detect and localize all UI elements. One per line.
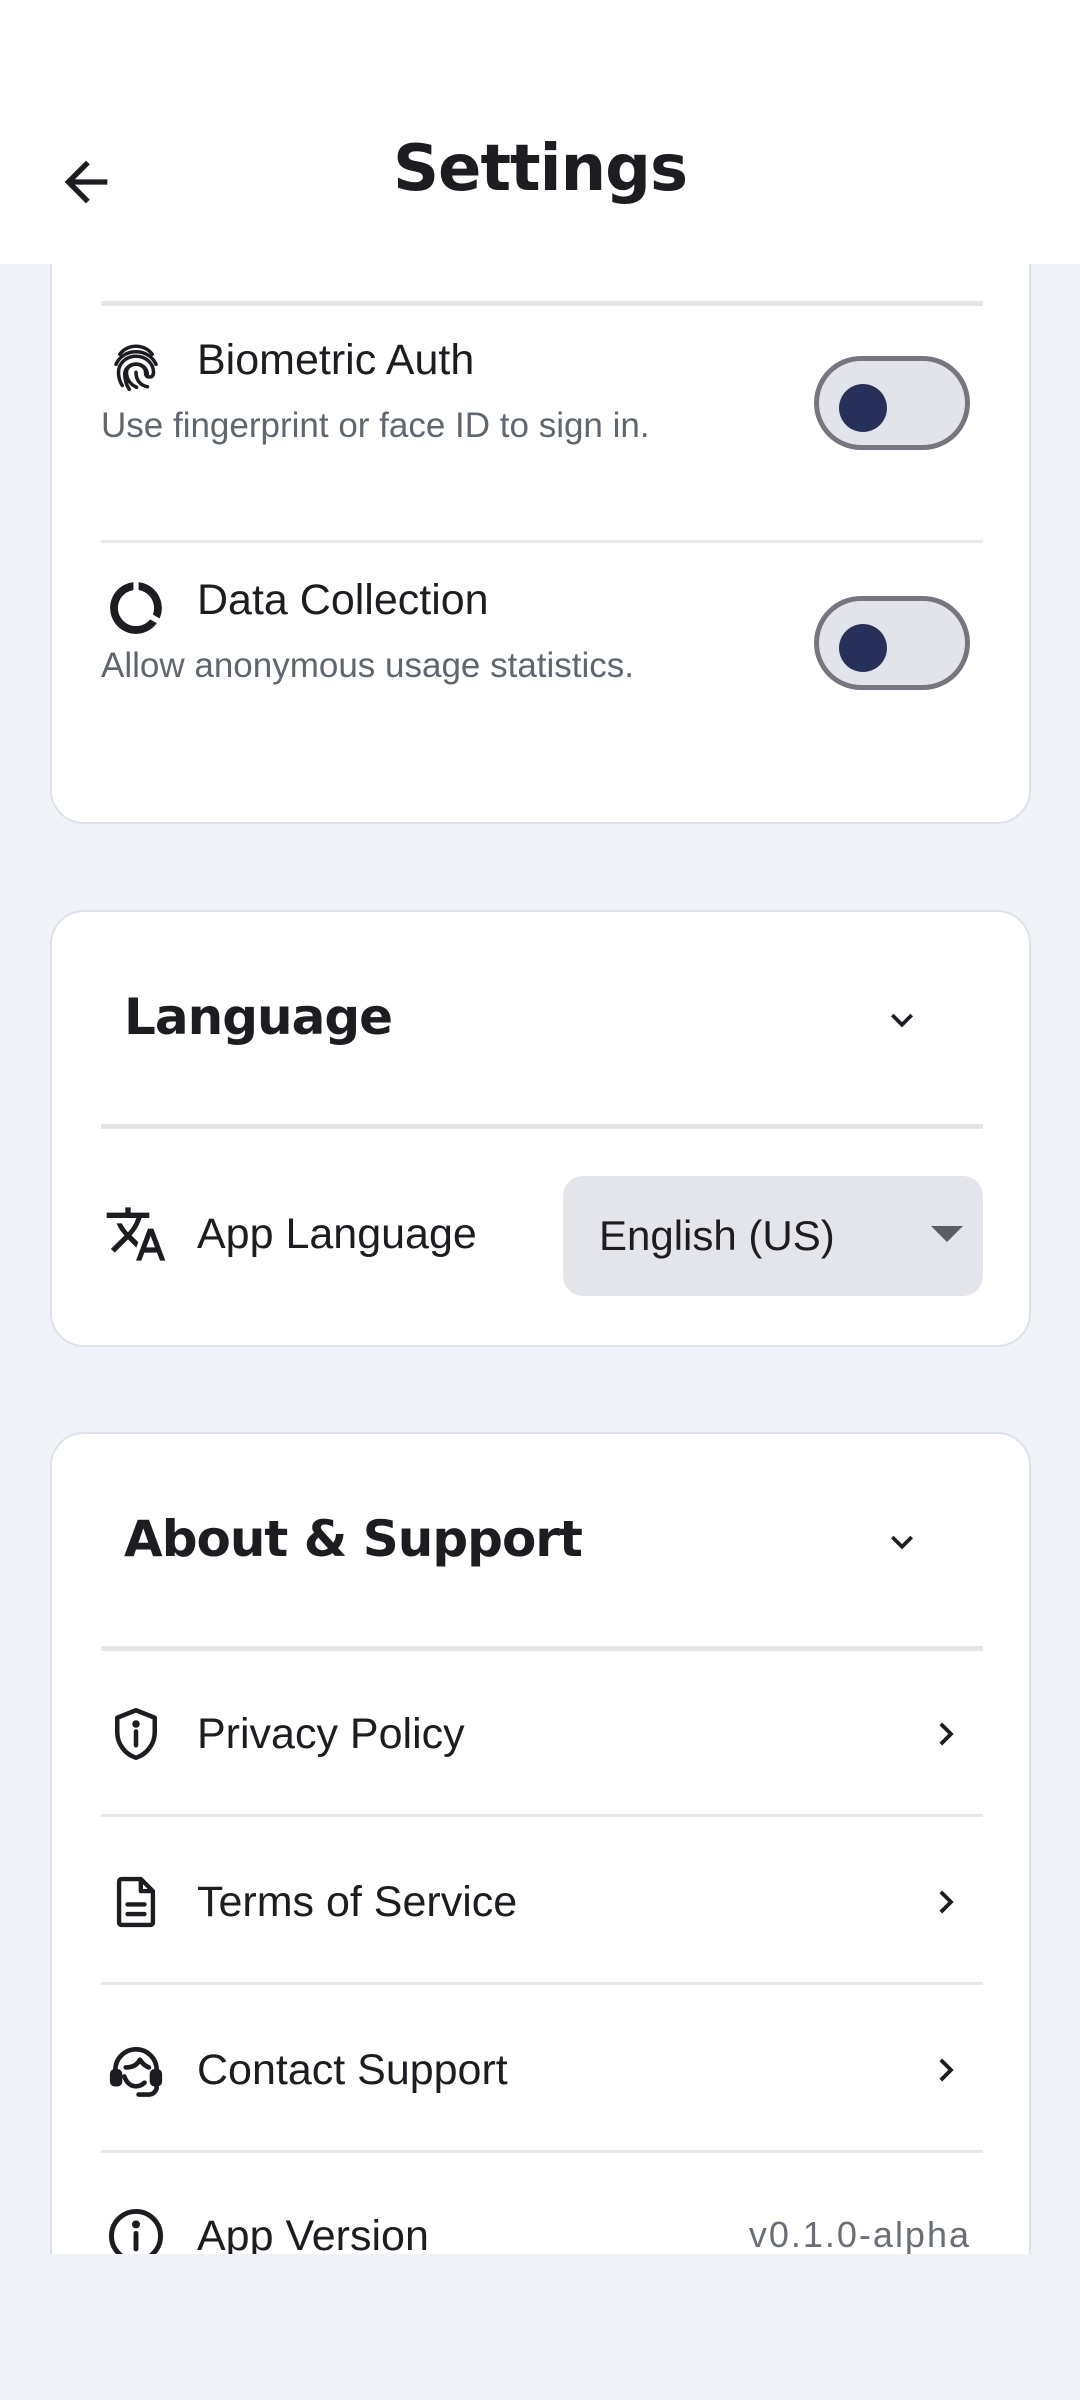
language-section-title: Language [124, 988, 393, 1046]
biometric-auth-description: Use fingerprint or face ID to sign in. [101, 406, 650, 445]
data-collection-description: Allow anonymous usage statistics. [101, 646, 635, 685]
toggle-knob [839, 624, 887, 672]
privacy-policy-row[interactable]: Privacy Policy [52, 1652, 1033, 1816]
row-divider [101, 540, 983, 543]
page-title: Settings [392, 132, 688, 206]
fingerprint-icon [104, 336, 168, 400]
app-language-select[interactable]: English (US) [563, 1176, 983, 1296]
contact-support-row[interactable]: Contact Support [52, 1988, 1033, 2152]
row-divider [101, 1814, 983, 1817]
about-collapse-button[interactable] [874, 1514, 930, 1570]
document-icon [104, 1870, 168, 1934]
dropdown-caret-icon [931, 1226, 963, 1242]
toggle-knob [839, 384, 887, 432]
selected-language: English (US) [599, 1212, 835, 1259]
about-support-card: About & Support Privacy Policy Terms of … [50, 1432, 1031, 2254]
chevron-right-icon [918, 1874, 974, 1930]
status-bar [0, 0, 1080, 90]
app-header: Settings [0, 90, 1080, 264]
data-collection-toggle[interactable] [814, 596, 970, 690]
language-collapse-button[interactable] [874, 992, 930, 1048]
info-icon [104, 2204, 168, 2254]
app-version-value: v0.1.0-alpha [748, 2214, 971, 2254]
terms-of-service-row[interactable]: Terms of Service [52, 1820, 1033, 1984]
chevron-down-icon [891, 1535, 913, 1550]
chevron-down-icon [891, 1013, 913, 1028]
card-divider [101, 1646, 983, 1651]
data-usage-icon [104, 576, 168, 640]
biometric-auth-label: Biometric Auth [197, 336, 475, 384]
card-divider [101, 1124, 983, 1129]
contact-support-label: Contact Support [197, 2046, 508, 2094]
terms-of-service-label: Terms of Service [197, 1878, 518, 1926]
support-agent-icon [104, 2038, 168, 2102]
row-divider [101, 2150, 983, 2153]
translate-icon [104, 1202, 168, 1266]
settings-scroll-area[interactable]: Biometric Auth Use fingerprint or face I… [0, 264, 1080, 2254]
chevron-right-icon [918, 2042, 974, 2098]
privacy-policy-label: Privacy Policy [197, 1710, 465, 1758]
bottom-area [0, 2254, 1080, 2400]
biometric-auth-toggle[interactable] [814, 356, 970, 450]
app-version-label: App Version [197, 2212, 429, 2254]
data-collection-label: Data Collection [197, 576, 489, 624]
app-language-label: App Language [197, 1210, 477, 1258]
shield-info-icon [104, 1702, 168, 1766]
row-divider [101, 1982, 983, 1985]
language-card: Language App Language English (US) [50, 910, 1031, 1347]
card-divider [101, 301, 983, 306]
chevron-right-icon [918, 1706, 974, 1762]
security-card: Biometric Auth Use fingerprint or face I… [50, 264, 1031, 824]
about-section-title: About & Support [124, 1510, 583, 1568]
